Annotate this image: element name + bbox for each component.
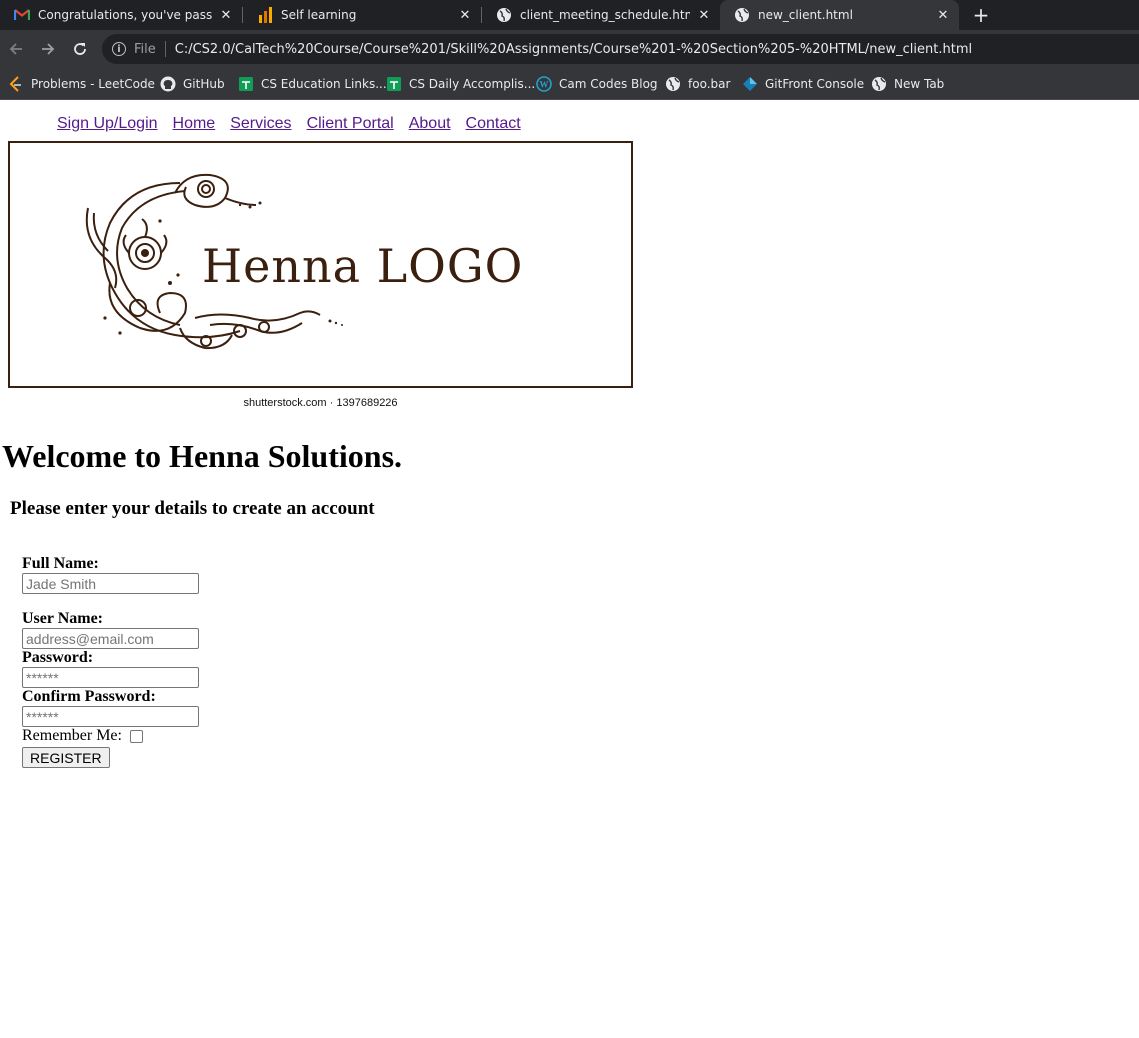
bookmark-label: CS Daily Accomplis... — [409, 77, 536, 91]
url-text[interactable]: C:/CS2.0/CalTech%20Course/Course%201/Ski… — [175, 42, 972, 57]
bookmark-cs-daily-accomplishments[interactable]: CS Daily Accomplis... — [386, 74, 535, 94]
info-icon[interactable]: i — [112, 42, 126, 56]
tab-gmail[interactable]: Congratulations, you've passed y ✕ — [0, 0, 242, 30]
site-nav: Sign Up/Login Home Services Client Porta… — [57, 115, 536, 133]
remember-me-checkbox[interactable] — [129, 729, 143, 743]
bookmark-gitfront-console[interactable]: GitFront Console — [742, 74, 864, 94]
full-name-input[interactable] — [22, 573, 199, 594]
confirm-password-input[interactable] — [22, 706, 199, 727]
bookmark-foo-bar[interactable]: foo.bar — [665, 74, 730, 94]
wordpress-icon: W — [536, 76, 552, 92]
form-instructions: Please enter your details to create an a… — [10, 498, 375, 519]
bookmark-leetcode[interactable]: Problems - LeetCode — [8, 74, 155, 94]
tab-client-meeting-schedule[interactable]: client_meeting_schedule.html ✕ — [482, 0, 720, 30]
forward-arrow-icon[interactable] — [38, 39, 58, 59]
tab-title: client_meeting_schedule.html — [520, 8, 690, 22]
full-name-label: Full Name: — [22, 555, 99, 572]
image-credit: shutterstock.com · 1397689226 — [243, 397, 398, 409]
bookmark-label: Problems - LeetCode — [31, 77, 155, 91]
reload-icon[interactable] — [70, 39, 90, 59]
remember-me-row: Remember Me: — [22, 727, 199, 745]
gitfront-icon — [742, 76, 758, 92]
back-arrow-icon[interactable] — [6, 39, 26, 59]
bookmark-label: GitFront Console — [765, 77, 865, 91]
bookmark-label: New Tab — [894, 77, 945, 91]
confirm-password-label: Confirm Password: — [22, 688, 156, 705]
bookmarks-bar: Problems - LeetCode GitHub CS Education … — [0, 68, 1139, 100]
registration-form: Full Name: User Name: Password: Confirm … — [22, 555, 199, 768]
remember-me-label: Remember Me: — [22, 727, 122, 744]
password-input[interactable] — [22, 667, 199, 688]
password-label: Password: — [22, 649, 94, 666]
close-icon[interactable]: ✕ — [457, 7, 473, 23]
bookmark-new-tab[interactable]: New Tab — [871, 74, 944, 94]
bookmark-github[interactable]: GitHub — [160, 74, 225, 94]
url-divider — [164, 41, 166, 57]
bookmark-cam-codes-blog[interactable]: W Cam Codes Blog — [536, 74, 658, 94]
tab-title: Self learning — [281, 8, 357, 22]
globe-icon — [665, 76, 681, 92]
globe-icon — [734, 7, 750, 23]
analytics-icon — [257, 7, 273, 23]
nav-link-services[interactable]: Services — [230, 115, 291, 133]
henna-logo-image: Henna LOGO — [8, 141, 633, 388]
close-icon[interactable]: ✕ — [696, 7, 712, 23]
bookmark-label: GitHub — [183, 77, 225, 91]
tab-new-client[interactable]: new_client.html ✕ — [720, 0, 959, 30]
user-name-label: User Name: — [22, 610, 104, 627]
nav-link-client-portal[interactable]: Client Portal — [307, 115, 394, 133]
nav-link-contact[interactable]: Contact — [466, 115, 521, 133]
sheets-icon — [386, 76, 402, 92]
close-icon[interactable]: ✕ — [218, 7, 234, 23]
nav-link-sign-up-login[interactable]: Sign Up/Login — [57, 115, 158, 133]
address-bar[interactable]: i File C:/CS2.0/CalTech%20Course/Course%… — [102, 34, 1139, 64]
leetcode-icon — [8, 76, 24, 92]
logo-text: Henna LOGO — [202, 239, 524, 293]
tab-title: new_client.html — [758, 8, 853, 22]
tab-title: Congratulations, you've passed y — [38, 8, 212, 22]
globe-icon — [496, 7, 512, 23]
github-icon — [160, 76, 176, 92]
tab-strip: Congratulations, you've passed y ✕ Self … — [0, 0, 1139, 30]
page-content: Sign Up/Login Home Services Client Porta… — [0, 100, 1139, 1038]
bookmark-label: Cam Codes Blog — [559, 77, 658, 91]
register-button[interactable]: REGISTER — [22, 747, 110, 768]
globe-icon — [871, 76, 887, 92]
bookmark-label: CS Education Links... — [261, 77, 387, 91]
close-icon[interactable]: ✕ — [935, 7, 951, 23]
user-name-input[interactable] — [22, 628, 199, 649]
nav-link-about[interactable]: About — [409, 115, 451, 133]
url-scheme: File — [134, 41, 156, 57]
bookmark-cs-education-links[interactable]: CS Education Links... — [238, 74, 387, 94]
svg-text:W: W — [540, 80, 549, 90]
bookmark-label: foo.bar — [688, 77, 731, 91]
nav-link-home[interactable]: Home — [173, 115, 216, 133]
tab-self-learning[interactable]: Self learning ✕ — [243, 0, 481, 30]
sheets-icon — [238, 76, 254, 92]
new-tab-plus-icon[interactable]: + — [970, 3, 992, 27]
gmail-icon — [14, 7, 30, 23]
page-title: Welcome to Henna Solutions. — [2, 438, 403, 474]
